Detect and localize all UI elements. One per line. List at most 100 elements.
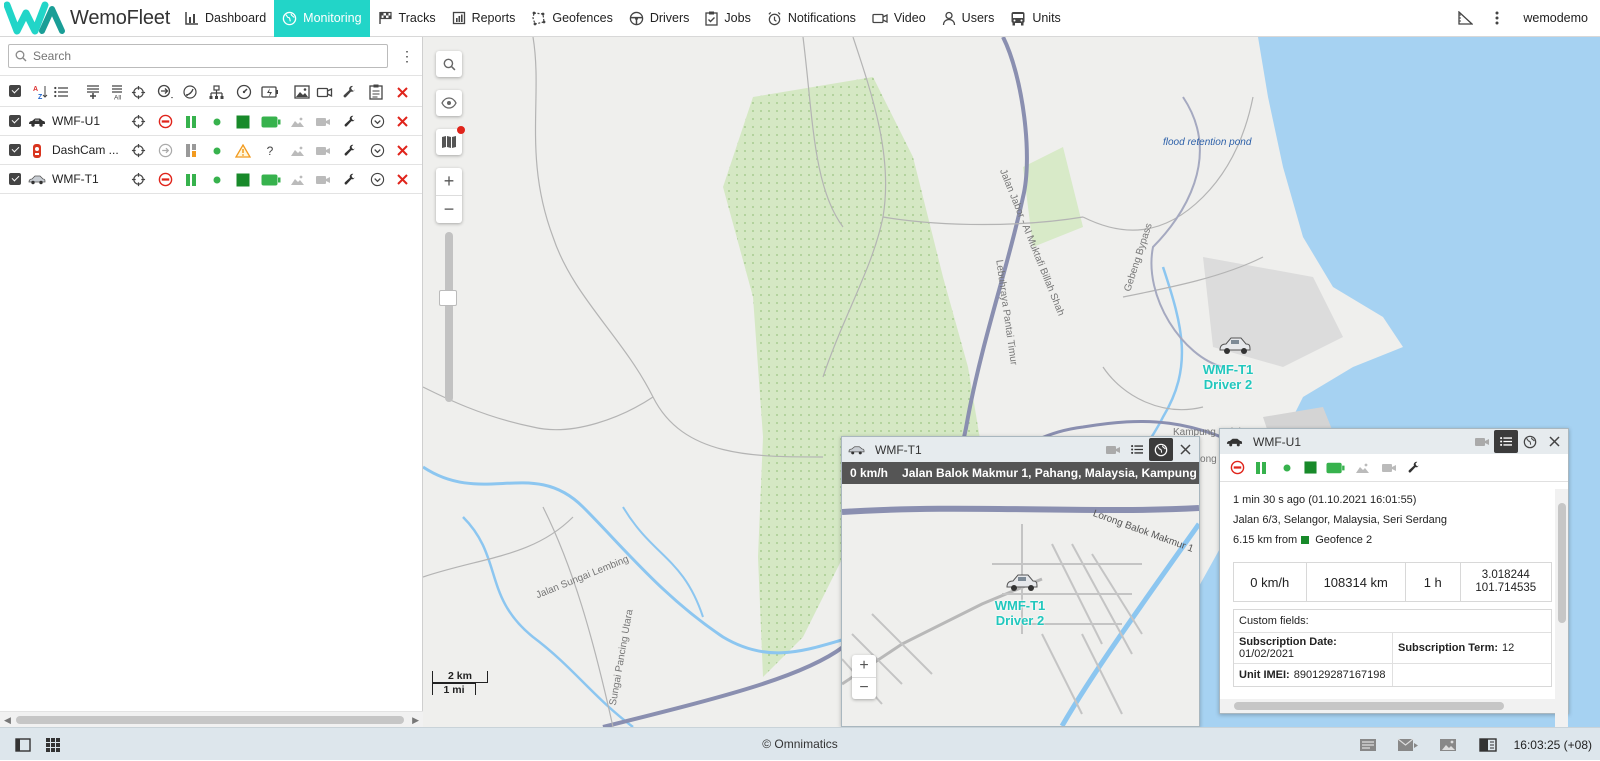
remove-unit-button[interactable]: [391, 136, 413, 165]
chevron-down-circle-icon[interactable]: [366, 136, 388, 165]
toggle-sidebar-button[interactable]: [8, 737, 38, 752]
locate-all-button[interactable]: [128, 76, 148, 108]
popup-mini-map[interactable]: Lorong Balok Makmur 1 WMF-T1 Driver 2 + …: [842, 484, 1199, 726]
user-menu[interactable]: wemodemo: [1513, 11, 1600, 25]
unit-checkbox[interactable]: [9, 173, 21, 185]
map-visibility-button[interactable]: [436, 90, 462, 116]
unit-row[interactable]: WMF-T1: [0, 165, 422, 194]
mini-zoom-in-button[interactable]: +: [852, 655, 876, 677]
messages-button[interactable]: [1348, 738, 1388, 752]
mini-zoom-out-button[interactable]: −: [852, 677, 876, 699]
unit-popup-wmf-u1[interactable]: WMF-U1 1 min 30 s ago (01.10.2021 16:01:…: [1219, 428, 1569, 727]
command-arrow-icon[interactable]: [154, 136, 176, 165]
mini-map-marker-label[interactable]: WMF-T1 Driver 2: [985, 598, 1055, 628]
search-options-button[interactable]: ⋮: [400, 48, 414, 65]
jobs-column-button[interactable]: [366, 76, 386, 108]
scroll-left-arrow-icon[interactable]: ◀: [4, 715, 11, 726]
mail-button[interactable]: [1388, 738, 1428, 752]
popup-header[interactable]: WMF-U1: [1220, 429, 1568, 454]
nav-users[interactable]: Users: [934, 0, 1003, 37]
vehicle-marker-label[interactable]: WMF-T1 Driver 2: [1193, 362, 1263, 392]
add-to-list-button[interactable]: [83, 76, 103, 108]
popup-close-button[interactable]: [1173, 438, 1197, 461]
scroll-right-arrow-icon[interactable]: ▶: [412, 715, 419, 726]
nav-dashboard[interactable]: Dashboard: [177, 0, 274, 37]
popup-map-button[interactable]: [1149, 438, 1173, 461]
nav-geofences[interactable]: Geofences: [523, 0, 620, 37]
vehicle-marker-icon[interactable]: [1218, 334, 1252, 356]
map-search-button[interactable]: [436, 51, 462, 77]
remove-all-button[interactable]: [392, 76, 412, 108]
popup-details-button[interactable]: [1494, 430, 1518, 453]
remove-unit-button[interactable]: [391, 165, 413, 194]
nav-reports[interactable]: Reports: [444, 0, 524, 37]
locate-unit-button[interactable]: [127, 136, 149, 165]
nav-drivers[interactable]: Drivers: [621, 0, 698, 37]
scrollbar-thumb[interactable]: [16, 716, 404, 724]
unit-row[interactable]: WMF-U1: [0, 107, 422, 136]
photo-icon[interactable]: [286, 136, 308, 165]
connection-status-button[interactable]: [180, 76, 200, 108]
map-view[interactable]: flood retention pond Lebuhraya Pantai Ti…: [423, 37, 1600, 727]
popup-details-button[interactable]: [1125, 438, 1149, 461]
unit-row[interactable]: DashCam ... ?: [0, 136, 422, 165]
layout-button[interactable]: [1468, 737, 1508, 752]
popup-vertical-scrollbar[interactable]: [1555, 489, 1568, 727]
nav-tracks[interactable]: Tracks: [370, 0, 444, 37]
remove-unit-button[interactable]: [391, 107, 413, 136]
search-input[interactable]: [33, 49, 373, 63]
command-blocked-icon[interactable]: [154, 107, 176, 136]
popup-map-button[interactable]: [1518, 430, 1542, 453]
wrench-icon[interactable]: [339, 165, 361, 194]
select-all-units-button[interactable]: All: [109, 76, 129, 108]
locate-unit-button[interactable]: [127, 165, 149, 194]
unit-popup-wmf-t1[interactable]: WMF-T1 0 km/h Jalan Balok Makmur 1, Paha…: [841, 436, 1200, 727]
photo-icon[interactable]: [286, 165, 308, 194]
power-column-button[interactable]: [260, 76, 280, 108]
photo-icon[interactable]: [286, 107, 308, 136]
wrench-icon[interactable]: [339, 107, 361, 136]
select-all-checkbox[interactable]: [9, 85, 21, 97]
wrench-icon[interactable]: [339, 136, 361, 165]
popup-horizontal-scrollbar[interactable]: [1220, 699, 1556, 713]
popup-video-button[interactable]: [1101, 438, 1125, 461]
more-menu-button[interactable]: [1481, 0, 1513, 37]
nav-notifications[interactable]: Notifications: [759, 0, 864, 37]
nav-video[interactable]: Video: [864, 0, 934, 37]
speed-column-button[interactable]: [234, 76, 254, 108]
map-layers-button[interactable]: [436, 126, 465, 155]
settings-column-button[interactable]: [340, 76, 360, 108]
sort-az-button[interactable]: AZ: [30, 76, 50, 108]
nav-monitoring[interactable]: Monitoring: [274, 0, 370, 37]
chevron-down-circle-icon[interactable]: [366, 165, 388, 194]
measure-tool-button[interactable]: [1449, 0, 1481, 37]
popup-close-button[interactable]: [1542, 430, 1566, 453]
popup-header[interactable]: WMF-T1: [842, 437, 1199, 462]
command-blocked-icon[interactable]: [154, 165, 176, 194]
chevron-down-circle-icon[interactable]: [366, 107, 388, 136]
photo-column-button[interactable]: [292, 76, 312, 108]
video-column-button[interactable]: [314, 76, 334, 108]
scrollbar-thumb[interactable]: [1234, 702, 1504, 710]
zoom-out-button[interactable]: −: [436, 195, 462, 222]
command-blocked-icon[interactable]: [1230, 460, 1245, 475]
commands-button[interactable]: [156, 76, 176, 108]
photo-icon[interactable]: [1355, 462, 1370, 474]
nav-units[interactable]: Units: [1002, 0, 1068, 37]
network-status-button[interactable]: [206, 76, 226, 108]
unit-checkbox[interactable]: [9, 144, 21, 156]
sidebar-horizontal-scrollbar[interactable]: ◀ ▶: [0, 711, 423, 727]
vehicle-marker-icon[interactable]: [1005, 571, 1039, 593]
unit-checkbox[interactable]: [9, 115, 21, 127]
video-camera-icon[interactable]: [312, 165, 334, 194]
video-camera-icon[interactable]: [312, 107, 334, 136]
nav-jobs[interactable]: Jobs: [697, 0, 758, 37]
scrollbar-thumb[interactable]: [1558, 503, 1566, 623]
wrench-icon[interactable]: [1408, 461, 1421, 474]
popup-video-button[interactable]: [1470, 430, 1494, 453]
video-camera-icon[interactable]: [1381, 462, 1397, 474]
video-camera-icon[interactable]: [312, 136, 334, 165]
geofence-name[interactable]: Geofence 2: [1315, 534, 1372, 546]
gallery-button[interactable]: [1428, 738, 1468, 752]
zoom-in-button[interactable]: +: [436, 168, 462, 195]
